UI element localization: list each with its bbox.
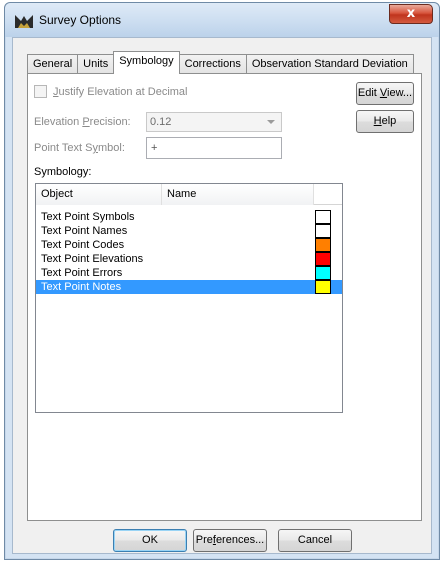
tab-strip: General Units Symbology Corrections Obse… xyxy=(27,51,414,74)
point-text-symbol-input[interactable]: + xyxy=(146,137,282,159)
tab-corrections[interactable]: Corrections xyxy=(178,54,247,74)
color-swatch[interactable] xyxy=(315,224,331,238)
tab-units[interactable]: Units xyxy=(77,54,115,74)
list-item-object: Text Point Notes xyxy=(41,281,122,293)
color-swatch[interactable] xyxy=(315,210,331,224)
edit-view-button[interactable]: Edit View... xyxy=(356,82,414,105)
list-header: Object Name xyxy=(36,184,342,205)
tab-observation-standard-deviation[interactable]: Observation Standard Deviation xyxy=(245,54,414,74)
cancel-button[interactable]: Cancel xyxy=(278,529,352,552)
list-item-object: Text Point Elevations xyxy=(41,253,144,265)
help-button[interactable]: Help xyxy=(356,110,414,133)
close-button[interactable]: x xyxy=(389,4,433,24)
window-title: Survey Options xyxy=(39,13,122,27)
title-bar[interactable]: Survey Options x xyxy=(5,3,439,37)
justify-elevation-checkbox[interactable] xyxy=(34,85,47,98)
ok-button[interactable]: OK xyxy=(113,529,187,552)
list-item[interactable]: Text Point Codes xyxy=(36,238,342,252)
list-item-object: Text Point Symbols xyxy=(41,211,135,223)
color-swatch[interactable] xyxy=(315,252,331,266)
symbology-label: Symbology: xyxy=(34,166,92,178)
list-item[interactable]: Text Point Symbols xyxy=(36,210,342,224)
survey-app-icon xyxy=(15,15,33,28)
point-text-symbol-label: Point Text Symbol: xyxy=(34,142,125,154)
list-item[interactable]: Text Point Names xyxy=(36,224,342,238)
color-swatch[interactable] xyxy=(315,266,331,280)
tab-general[interactable]: General xyxy=(27,54,79,74)
elevation-precision-label: Elevation Precision: xyxy=(34,116,131,128)
list-item-object: Text Point Names xyxy=(41,225,128,237)
tab-symbology[interactable]: Symbology xyxy=(113,51,180,74)
list-item-selected[interactable]: Text Point Notes xyxy=(36,280,342,294)
symbology-tab-panel: Justify Elevation at Decimal Elevation P… xyxy=(27,73,422,521)
justify-elevation-option[interactable]: Justify Elevation at Decimal xyxy=(34,85,188,98)
column-header-object[interactable]: Object xyxy=(36,184,162,205)
list-item[interactable]: Text Point Elevations xyxy=(36,252,342,266)
color-swatch[interactable] xyxy=(315,280,331,294)
column-header-name[interactable]: Name xyxy=(162,184,314,205)
dialog-client-area: General Units Symbology Corrections Obse… xyxy=(12,37,432,554)
close-icon: x xyxy=(406,6,416,21)
elevation-precision-select[interactable]: 0.12 xyxy=(146,112,282,132)
list-item[interactable]: Text Point Errors xyxy=(36,266,342,280)
preferences-button[interactable]: Preferences... xyxy=(193,529,267,552)
list-item-object: Text Point Codes xyxy=(41,239,125,251)
list-item-object: Text Point Errors xyxy=(41,267,123,279)
chevron-down-icon xyxy=(267,120,275,124)
color-swatch[interactable] xyxy=(315,238,331,252)
justify-elevation-label: Justify Elevation at Decimal xyxy=(53,85,188,98)
survey-options-dialog: Survey Options x General Units Symbology… xyxy=(4,2,440,560)
elevation-precision-value: 0.12 xyxy=(150,116,172,128)
list-rows: Text Point Symbols Text Point Names Text… xyxy=(36,210,342,294)
symbology-list[interactable]: Object Name Text Point Symbols Text Poin… xyxy=(35,183,343,413)
